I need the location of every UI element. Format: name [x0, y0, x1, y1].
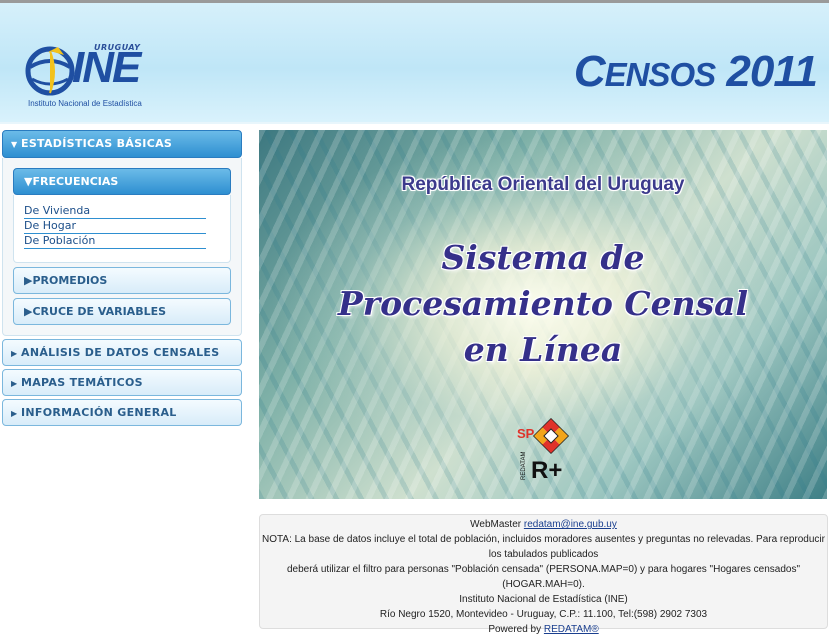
link-de-vivienda[interactable]: De Vivienda	[24, 204, 206, 219]
redatam-vertical-text: REDATAM	[521, 452, 527, 480]
logo-acronym: INE	[72, 43, 141, 92]
triangle-right-icon: ▶	[11, 379, 18, 388]
submenu-promedios[interactable]: ▶PROMEDIOS	[13, 267, 231, 294]
footer-webmaster-line: WebMaster redatam@ine.gub.uy	[260, 517, 827, 532]
menu-analisis-label: ANÁLISIS DE DATOS CENSALES	[21, 346, 220, 359]
redatam-link[interactable]: REDATAM®	[544, 624, 599, 635]
frecuencias-panel: De Vivienda De Hogar De Población	[13, 195, 231, 263]
menu-estadisticas-basicas-label: ESTADÍSTICAS BÁSICAS	[21, 137, 173, 150]
footer-webmaster-label: WebMaster	[470, 519, 524, 530]
submenu-frecuencias-label: FRECUENCIAS	[32, 175, 119, 188]
triangle-right-icon: ▶	[11, 349, 18, 358]
menu-analisis-datos-censales[interactable]: ▶ ANÁLISIS DE DATOS CENSALES	[2, 339, 242, 366]
footer-powered-line: Powered by REDATAM®	[260, 622, 827, 637]
footer-note-2: deberá utilizar el filtro para personas …	[286, 564, 801, 590]
link-de-hogar[interactable]: De Hogar	[24, 219, 206, 234]
banner-title-line-1: Sistema de	[441, 238, 645, 277]
submenu-frecuencias[interactable]: ▼FRECUENCIAS	[13, 168, 231, 195]
webmaster-email-link[interactable]: redatam@ine.gub.uy	[524, 519, 617, 530]
footer-powered-label: Powered by	[488, 624, 544, 635]
redatam-r-text: R+	[531, 457, 562, 482]
menu-informacion-general[interactable]: ▶ INFORMACIÓN GENERAL	[2, 399, 242, 426]
redatam-sp-r-icon: SP R+ REDATAM	[517, 417, 570, 484]
censos-title-initial: C	[573, 47, 606, 96]
banner-title-line-3: en Línea	[463, 330, 623, 369]
sidebar-menu: ▼ ESTADÍSTICAS BÁSICAS ▼FRECUENCIAS De Vi…	[2, 130, 242, 426]
main-banner: República Oriental del Uruguay Sistema d…	[259, 130, 827, 499]
menu-mapas-tematicos[interactable]: ▶ MAPAS TEMÁTICOS	[2, 369, 242, 396]
censos-title-rest: ENSOS	[604, 56, 717, 93]
menu-mapas-label: MAPAS TEMÁTICOS	[21, 376, 143, 389]
banner-country-title: República Oriental del Uruguay	[401, 174, 685, 195]
censos-2011-title: CENSOS 2011	[573, 47, 818, 97]
submenu-cruce-de-variables[interactable]: ▶CRUCE DE VARIABLES	[13, 298, 231, 325]
ine-logo[interactable]: URUGUAY INE Instituto Nacional de Estadí…	[24, 41, 164, 113]
page-footer: WebMaster redatam@ine.gub.uy NOTA: La ba…	[259, 514, 828, 635]
page-header: URUGUAY INE Instituto Nacional de Estadí…	[0, 0, 829, 124]
menu-estadisticas-basicas[interactable]: ▼ ESTADÍSTICAS BÁSICAS	[2, 130, 242, 158]
link-de-poblacion[interactable]: De Población	[24, 234, 206, 249]
footer-institute: Instituto Nacional de Estadística (INE)	[459, 594, 628, 605]
estadisticas-basicas-panel: ▼FRECUENCIAS De Vivienda De Hogar De Pob…	[2, 158, 242, 336]
redatam-logo: SP R+ REDATAM	[517, 417, 577, 484]
banner-title-line-2: Procesamiento Censal	[337, 284, 749, 323]
triangle-down-icon: ▼	[11, 140, 18, 149]
menu-informacion-label: INFORMACIÓN GENERAL	[21, 406, 177, 419]
submenu-cruce-label: CRUCE DE VARIABLES	[32, 305, 167, 318]
triangle-right-icon: ▶	[11, 409, 18, 418]
footer-address: Río Negro 1520, Montevideo - Uruguay, C.…	[379, 609, 708, 620]
redatam-sp-text: SP	[517, 426, 535, 441]
submenu-promedios-label: PROMEDIOS	[32, 274, 108, 287]
logo-subtitle: Instituto Nacional de Estadística	[28, 99, 142, 108]
footer-note-1: NOTA: La base de datos incluye el total …	[262, 534, 825, 560]
censos-title-year: 2011	[726, 47, 818, 96]
